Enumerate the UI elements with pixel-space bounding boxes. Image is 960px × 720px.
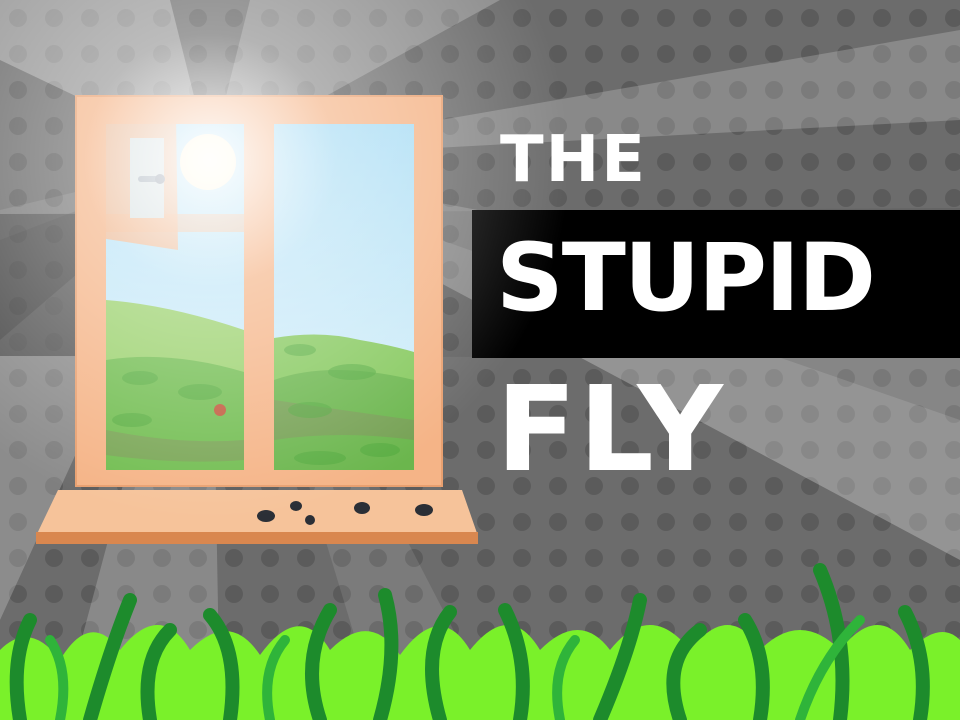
title-scene bbox=[0, 0, 960, 720]
title-word-the: THE bbox=[500, 123, 647, 197]
title-screen: THE STUPID FLY bbox=[0, 0, 960, 720]
title-word-stupid: STUPID bbox=[496, 224, 876, 333]
title-word-fly: FLY bbox=[496, 360, 725, 498]
